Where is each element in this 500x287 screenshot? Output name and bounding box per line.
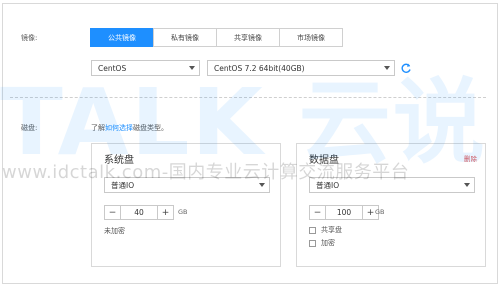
encrypt-checkbox[interactable]: 加密 bbox=[309, 238, 335, 248]
data-disk-title: 数据盘 bbox=[309, 155, 339, 166]
disk-hint: 了解如何选择磁盘类型。 bbox=[91, 123, 168, 133]
system-disk-type-select[interactable]: 普通IO bbox=[104, 177, 270, 193]
data-disk-unit: GB bbox=[375, 208, 385, 216]
system-disk-size-value[interactable]: 40 bbox=[121, 205, 157, 220]
system-disk-size-stepper: − 40 + bbox=[104, 205, 174, 220]
delete-disk-link[interactable]: 删除 bbox=[464, 153, 477, 163]
version-select-value: CentOS 7.2 64bit(40GB) bbox=[214, 63, 305, 73]
chevron-down-icon bbox=[384, 66, 390, 70]
tab-shared-image[interactable]: 共享镜像 bbox=[216, 28, 280, 47]
refresh-icon[interactable] bbox=[400, 62, 412, 74]
data-disk-type-select[interactable]: 普通IO bbox=[309, 177, 475, 193]
section-divider bbox=[10, 97, 486, 98]
system-disk-type-value: 普通IO bbox=[111, 180, 135, 190]
checkbox-box[interactable] bbox=[309, 239, 316, 247]
os-select[interactable]: CentOS bbox=[91, 60, 200, 76]
disk-hint-prefix: 了解 bbox=[91, 124, 105, 132]
data-disk-type-value: 普通IO bbox=[316, 180, 340, 190]
system-disk-card: 系统盘 普通IO − 40 + GB 未加密 bbox=[91, 143, 281, 267]
checkbox-box[interactable] bbox=[309, 226, 316, 234]
tab-market-image[interactable]: 市场镜像 bbox=[279, 28, 343, 47]
disk-label: 磁盘: bbox=[21, 124, 38, 132]
shared-disk-label: 共享盘 bbox=[321, 226, 342, 234]
chevron-down-icon bbox=[259, 183, 265, 187]
decrement-button[interactable]: − bbox=[104, 205, 121, 220]
os-select-value: CentOS bbox=[98, 63, 127, 73]
data-disk-size-value[interactable]: 100 bbox=[326, 205, 362, 220]
disk-hint-suffix: 磁盘类型。 bbox=[133, 124, 168, 132]
data-disk-size-stepper: − 100 + bbox=[309, 205, 379, 220]
chevron-down-icon bbox=[189, 66, 195, 70]
shared-disk-checkbox[interactable]: 共享盘 bbox=[309, 225, 342, 235]
tab-public-image[interactable]: 公共镜像 bbox=[90, 28, 154, 47]
decrement-button[interactable]: − bbox=[309, 205, 326, 220]
image-tabs: 公共镜像 私有镜像 共享镜像 市场镜像 bbox=[90, 28, 343, 47]
data-disk-card: 数据盘 删除 普通IO − 100 + GB 共享盘 加密 bbox=[296, 143, 486, 267]
disk-type-help-link[interactable]: 如何选择 bbox=[105, 124, 133, 132]
encrypt-label: 加密 bbox=[321, 239, 335, 247]
chevron-down-icon bbox=[464, 183, 470, 187]
increment-button[interactable]: + bbox=[157, 205, 174, 220]
system-disk-encryption-note: 未加密 bbox=[104, 227, 125, 235]
tab-private-image[interactable]: 私有镜像 bbox=[153, 28, 217, 47]
image-label: 镜像: bbox=[21, 34, 38, 42]
system-disk-title: 系统盘 bbox=[104, 155, 134, 166]
version-select[interactable]: CentOS 7.2 64bit(40GB) bbox=[207, 60, 395, 76]
system-disk-unit: GB bbox=[178, 208, 188, 216]
